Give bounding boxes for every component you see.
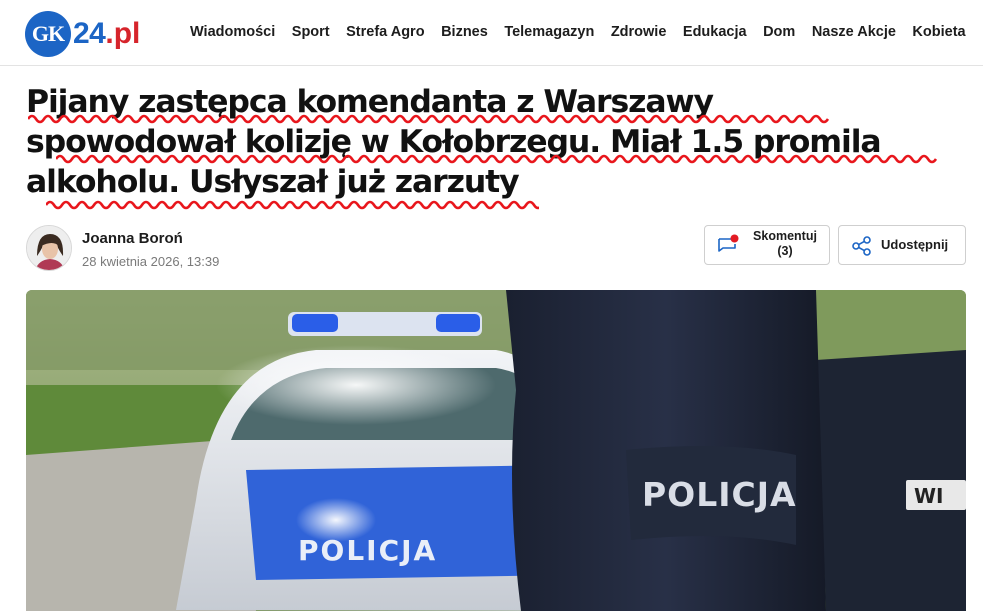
share-label: Udostępnij [881, 237, 949, 252]
article-title-line: alkoholu. Usłyszał już zarzuty [26, 164, 520, 200]
share-button[interactable]: Udostępnij [838, 225, 966, 265]
nav-item-nasze-akcje[interactable]: Nasze Akcje [812, 24, 896, 40]
logo-gk-circle: GK [25, 11, 71, 57]
site-header: GK 24 .pl Wiadomości Sport Strefa Agro Bi… [0, 0, 983, 66]
spellcheck-underline [56, 154, 938, 164]
main-nav: Wiadomości Sport Strefa Agro Biznes Tele… [190, 24, 982, 40]
plate-text: WI [914, 484, 944, 508]
article-hero-image[interactable]: WI POLICJA POLICJA [26, 290, 966, 611]
logo-domain: .pl [105, 17, 141, 50]
comment-count: (3) [777, 244, 793, 258]
site-logo[interactable]: GK 24 .pl [25, 11, 140, 57]
spellcheck-underline [46, 200, 539, 210]
nav-item-zdrowie[interactable]: Zdrowie [611, 24, 667, 40]
comment-text: Skomentuj [753, 229, 817, 243]
nav-item-edukacja[interactable]: Edukacja [683, 24, 747, 40]
nav-item-kobieta[interactable]: Kobieta [912, 24, 965, 40]
author-avatar[interactable] [26, 225, 72, 271]
article-title: Pijany zastępca komendanta z Warszawy sp… [26, 82, 961, 202]
nav-item-strefa-agro[interactable]: Strefa Agro [346, 24, 424, 40]
share-icon [852, 236, 871, 256]
nav-item-dom[interactable]: Dom [763, 24, 795, 40]
comment-button[interactable]: Skomentuj (3) [704, 225, 830, 265]
nav-item-telemagazyn[interactable]: Telemagazyn [504, 24, 594, 40]
nav-item-wiadomosci[interactable]: Wiadomości [190, 24, 275, 40]
notification-dot [730, 234, 739, 243]
logo-number: 24 [73, 17, 106, 50]
sleeve-text: POLICJA [642, 475, 797, 514]
nav-item-biznes[interactable]: Biznes [441, 24, 488, 40]
nav-item-sport[interactable]: Sport [292, 24, 330, 40]
publish-date: 28 kwietnia 2026, 13:39 [82, 254, 220, 269]
spellcheck-underline [28, 114, 830, 124]
comment-label: Skomentuj (3) [743, 229, 827, 259]
author-name[interactable]: Joanna Boroń [82, 230, 183, 247]
